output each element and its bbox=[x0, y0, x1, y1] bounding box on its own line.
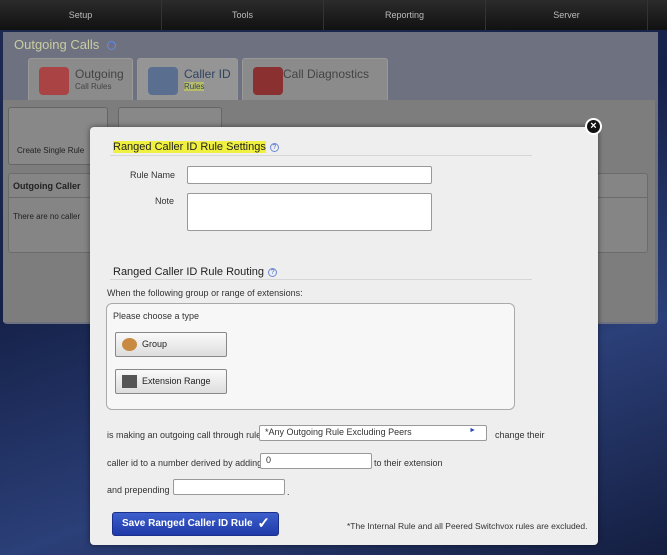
group-icon bbox=[122, 338, 137, 351]
save-ranged-rule-button[interactable]: Save Ranged Caller ID Rule ✓ bbox=[112, 512, 279, 536]
rule-name-input[interactable] bbox=[187, 166, 432, 184]
phone-icon bbox=[122, 375, 137, 388]
tab-caller-id-rules[interactable]: Caller ID Rules bbox=[137, 58, 238, 102]
type-chooser: Please choose a type Group Extension Ran… bbox=[106, 303, 515, 410]
caller-id-icon bbox=[148, 67, 178, 95]
tab-outgoing-call-rules[interactable]: Outgoing Call Rules bbox=[28, 58, 133, 102]
routing-intro: When the following group or range of ext… bbox=[107, 288, 303, 298]
outgoing-rule-select[interactable]: *Any Outgoing Rule Excluding Peers ► bbox=[259, 425, 487, 441]
extension-range-button[interactable]: Extension Range bbox=[115, 369, 227, 394]
tab-call-diagnostics[interactable]: Call Diagnostics bbox=[242, 58, 388, 102]
help-icon[interactable]: ? bbox=[268, 267, 278, 277]
adding-input[interactable]: 0 bbox=[260, 453, 372, 469]
footnote: *The Internal Rule and all Peered Switch… bbox=[347, 521, 588, 531]
routing-title: Ranged Caller ID Rule Routing? bbox=[113, 266, 278, 278]
toolbox-icon bbox=[253, 67, 283, 95]
nav-setup[interactable]: Setup bbox=[0, 0, 162, 30]
help-icon[interactable]: ? bbox=[106, 41, 116, 51]
top-nav: Setup Tools Reporting Server bbox=[0, 0, 667, 30]
note-textarea[interactable] bbox=[187, 193, 432, 231]
note-label: Note bbox=[155, 196, 175, 206]
group-button[interactable]: Group bbox=[115, 332, 227, 357]
outgoing-rules-icon bbox=[39, 67, 69, 95]
help-icon[interactable]: ? bbox=[269, 142, 279, 152]
close-icon[interactable]: × bbox=[585, 118, 602, 135]
nav-server[interactable]: Server bbox=[486, 0, 648, 30]
checkmark-icon: ✓ bbox=[257, 515, 270, 532]
ranged-caller-id-dialog: Ranged Caller ID Rule Settings? Rule Nam… bbox=[90, 127, 598, 545]
page-title: Outgoing Calls ? bbox=[14, 37, 116, 52]
settings-title: Ranged Caller ID Rule Settings? bbox=[113, 141, 279, 153]
rule-name-label: Rule Name bbox=[130, 170, 176, 180]
nav-tools[interactable]: Tools bbox=[162, 0, 324, 30]
prepending-input[interactable] bbox=[173, 479, 285, 495]
nav-reporting[interactable]: Reporting bbox=[324, 0, 486, 30]
dropdown-arrow-icon: ► bbox=[469, 427, 476, 434]
